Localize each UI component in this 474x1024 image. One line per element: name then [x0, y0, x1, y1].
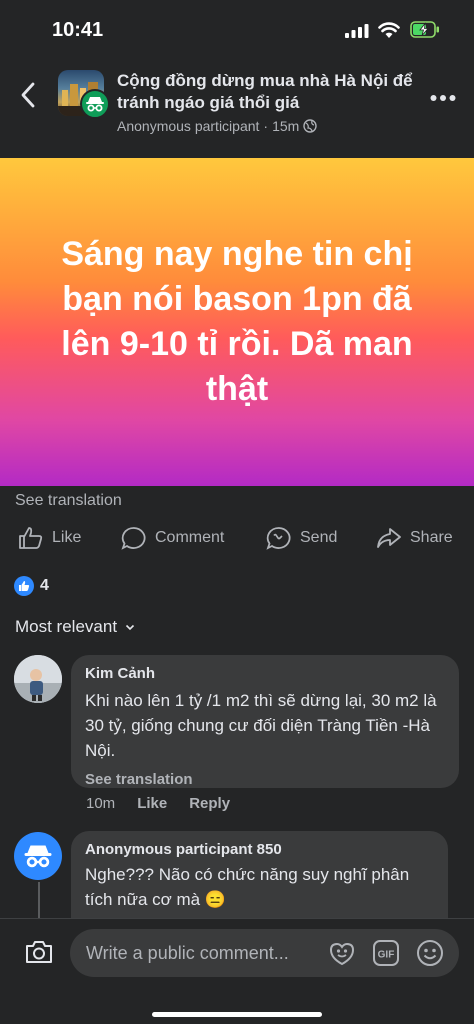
- author-name: Anonymous participant: [117, 118, 260, 134]
- group-name[interactable]: Cộng đồng dừng mua nhà Hà Nội để tránh n…: [117, 70, 417, 114]
- reaction-count: 4: [40, 577, 49, 594]
- messenger-send-icon: [266, 527, 291, 550]
- thumbs-up-icon: [19, 527, 43, 549]
- reactions-summary[interactable]: 4: [14, 576, 49, 596]
- comment-bubble-icon: [121, 527, 146, 550]
- send-label: Send: [300, 529, 338, 546]
- commenter-name[interactable]: Anonymous participant 850: [85, 841, 434, 858]
- share-button[interactable]: Share: [376, 526, 453, 550]
- like-button[interactable]: Like: [18, 526, 81, 550]
- comment-like-button[interactable]: Like: [137, 795, 167, 812]
- post-header: Cộng đồng dừng mua nhà Hà Nội để tránh n…: [0, 56, 474, 156]
- post-background: Sáng nay nghe tin chị bạn nói bason 1pn …: [0, 158, 474, 486]
- commenter-name[interactable]: Kim Cảnh: [85, 665, 445, 682]
- commenter-avatar[interactable]: [14, 655, 62, 703]
- like-label: Like: [52, 529, 82, 546]
- back-chevron-icon[interactable]: [18, 80, 38, 110]
- avatar-sticker-icon[interactable]: [328, 939, 356, 967]
- comment-input-placeholder: Write a public comment...: [86, 943, 289, 963]
- cellular-signal-icon: [345, 24, 369, 38]
- post-meta: Anonymous participant · 15m: [117, 118, 318, 134]
- like-reaction-icon: [14, 576, 34, 596]
- anonymous-badge-icon: [80, 89, 110, 119]
- home-indicator: [152, 1012, 322, 1017]
- emoji-icon[interactable]: [416, 939, 444, 967]
- status-bar: 10:41: [0, 0, 474, 56]
- see-translation-link[interactable]: See translation: [15, 492, 122, 510]
- comment-text: Khi nào lên 1 tỷ /1 m2 thì sẽ dừng lại, …: [85, 691, 437, 760]
- comment-sort-dropdown[interactable]: Most relevant: [15, 617, 135, 637]
- share-label: Share: [410, 529, 453, 546]
- share-arrow-icon: [377, 528, 401, 548]
- svg-text:GIF: GIF: [378, 950, 395, 961]
- comment-reply-button[interactable]: Reply: [189, 795, 230, 812]
- more-options-icon[interactable]: [430, 94, 456, 102]
- anonymous-avatar[interactable]: [14, 832, 62, 880]
- camera-icon[interactable]: [24, 939, 54, 965]
- send-button[interactable]: Send: [266, 526, 337, 550]
- comment-composer: Write a public comment... GIF: [0, 918, 474, 1024]
- comment-input[interactable]: Write a public comment... GIF: [70, 929, 459, 977]
- gif-icon[interactable]: GIF: [372, 939, 400, 967]
- globe-icon: [303, 119, 318, 133]
- chevron-down-icon: [125, 624, 135, 630]
- sort-label: Most relevant: [15, 617, 118, 636]
- battery-charging-icon: [410, 21, 439, 38]
- status-time: 10:41: [52, 19, 104, 41]
- comment-meta: 10m Like Reply: [86, 795, 230, 812]
- comment-button[interactable]: Comment: [121, 526, 224, 550]
- comment-see-translation-link[interactable]: See translation: [85, 771, 445, 788]
- comment-time: 10m: [86, 795, 116, 812]
- post-actions: Like Comment Send Share: [0, 520, 474, 556]
- wifi-icon: [378, 22, 400, 38]
- comment-text: Nghe??? Não có chức năng suy nghĩ phân t…: [85, 865, 410, 909]
- meta-separator: ·: [263, 118, 269, 134]
- comment-label: Comment: [155, 529, 225, 546]
- reply-thread-line: [38, 882, 40, 918]
- comment-bubble[interactable]: Kim Cảnh Khi nào lên 1 tỷ /1 m2 thì sẽ d…: [71, 655, 459, 788]
- post-text: Sáng nay nghe tin chị bạn nói bason 1pn …: [61, 235, 413, 408]
- post-time: 15m: [272, 118, 300, 134]
- incognito-icon: [24, 845, 52, 868]
